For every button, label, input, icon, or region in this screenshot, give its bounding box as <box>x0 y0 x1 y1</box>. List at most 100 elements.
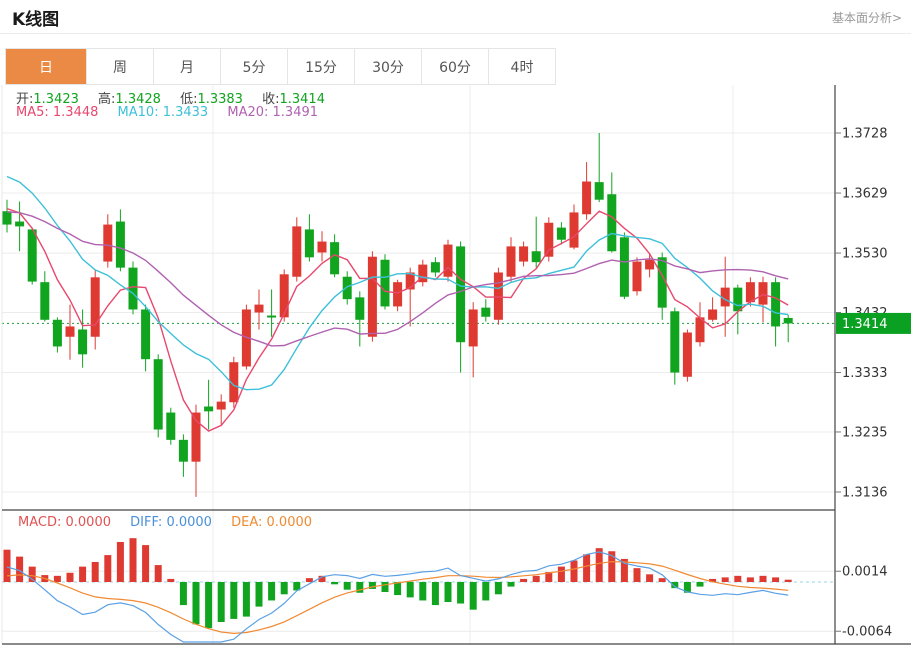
current-price-text: 1.3414 <box>842 317 888 332</box>
candle-body <box>532 251 541 262</box>
macd-bar <box>256 582 263 607</box>
candle-body <box>595 182 604 200</box>
candle-body <box>381 260 390 307</box>
candle-body <box>116 222 125 268</box>
candle-body <box>355 297 364 319</box>
candle-body <box>368 257 377 337</box>
macd-bar <box>583 554 590 582</box>
macd-bar <box>268 582 275 600</box>
macd-bar <box>407 582 414 597</box>
macd-bar <box>722 577 729 582</box>
candle-body <box>557 228 566 240</box>
macd-bar <box>142 545 149 582</box>
candle-body <box>620 237 629 296</box>
macd-bar <box>747 577 754 582</box>
candle-body <box>129 268 138 310</box>
dea-label: DEA: <box>231 515 262 530</box>
macd-bar <box>205 582 212 628</box>
macd-bar <box>571 560 578 582</box>
price-tick-label: 1.3629 <box>842 187 888 202</box>
candle-body <box>469 309 478 346</box>
candle-body <box>166 413 175 440</box>
macd-bar <box>243 582 250 617</box>
tab-月[interactable]: 月 <box>153 49 220 84</box>
ma20-pair: MA20: 1.3491 <box>227 105 318 120</box>
candle-body <box>784 318 793 323</box>
macd-bar <box>130 538 137 582</box>
macd-bar <box>193 582 200 624</box>
macd-bar <box>558 567 565 582</box>
candle-body <box>66 326 75 336</box>
ma5-pair: MA5: 1.3448 <box>16 105 98 120</box>
candle-body <box>330 242 339 274</box>
fundamental-analysis-link[interactable]: 基本面分析> <box>832 9 902 26</box>
macd-bar <box>92 562 99 582</box>
ma-legend: MA5: 1.3448 MA10: 1.3433 MA20: 1.3491 <box>16 105 333 120</box>
macd-bar <box>533 576 540 582</box>
macd-tick-label: 0.0014 <box>842 565 888 580</box>
kline-widget: 1.37281.36291.35301.34321.33331.32351.31… <box>0 0 911 646</box>
candle-body <box>154 359 163 429</box>
candle-body <box>217 402 226 410</box>
candle-body <box>28 229 37 281</box>
macd-bar <box>155 565 162 582</box>
macd-bar <box>306 578 313 582</box>
candle-body <box>15 222 24 227</box>
candle-body <box>3 211 12 224</box>
current-price-badge: 1.3414 <box>836 313 911 334</box>
macd-label: MACD: <box>18 515 61 530</box>
ma10-label: MA10: <box>118 105 159 120</box>
macd-value: 0.0000 <box>66 515 112 530</box>
diff-dea-lines <box>7 552 788 642</box>
candle-body <box>582 182 591 215</box>
macd-bar <box>67 573 74 582</box>
macd-bar <box>419 582 426 600</box>
macd-bar <box>281 582 288 594</box>
candlestick-series <box>3 133 793 497</box>
candle-body <box>343 277 352 299</box>
macd-bar <box>646 574 653 582</box>
candle-body <box>141 309 150 359</box>
price-tick-label: 1.3136 <box>842 486 888 501</box>
macd-bar <box>785 580 792 582</box>
macd-bar <box>734 576 741 582</box>
macd-bar <box>394 582 401 595</box>
macd-bar <box>457 582 464 604</box>
candle-body <box>507 246 516 276</box>
macd-bar <box>218 582 225 622</box>
tab-5分[interactable]: 5分 <box>220 49 287 84</box>
ma5-value: 1.3448 <box>53 105 99 120</box>
tab-4时[interactable]: 4时 <box>488 49 555 84</box>
axis-labels: 1.37281.36291.35301.34321.33331.32351.31… <box>835 127 892 640</box>
header: K线图 基本面分析> <box>0 0 911 34</box>
dea-pair: DEA: 0.0000 <box>231 515 312 530</box>
tab-周[interactable]: 周 <box>86 49 153 84</box>
candle-body <box>683 333 692 377</box>
macd-bar <box>697 582 704 587</box>
ma20-label: MA20: <box>227 105 268 120</box>
tab-15分[interactable]: 15分 <box>287 49 354 84</box>
candle-body <box>519 246 528 261</box>
candle-body <box>204 406 213 411</box>
tab-30分[interactable]: 30分 <box>354 49 421 84</box>
ma10-pair: MA10: 1.3433 <box>118 105 209 120</box>
tab-60分[interactable]: 60分 <box>421 49 488 84</box>
candle-body <box>456 246 465 342</box>
candle-body <box>771 282 780 326</box>
candle-body <box>78 329 87 354</box>
diff-label: DIFF: <box>130 515 162 530</box>
candle-body <box>318 242 327 253</box>
diff-pair: DIFF: 0.0000 <box>130 515 212 530</box>
macd-bar <box>79 567 86 582</box>
macd-bar <box>180 582 187 605</box>
candle-body <box>393 282 402 306</box>
ma10-value: 1.3433 <box>163 105 209 120</box>
macd-bar <box>331 582 338 584</box>
macd-legend: MACD: 0.0000 DIFF: 0.0000 DEA: 0.0000 <box>18 515 327 530</box>
dea-line <box>7 562 788 634</box>
macd-bar <box>634 568 641 582</box>
macd-bar <box>104 555 111 582</box>
tab-日[interactable]: 日 <box>6 49 86 84</box>
macd-bar <box>4 550 11 582</box>
price-tick-label: 1.3333 <box>842 366 888 381</box>
